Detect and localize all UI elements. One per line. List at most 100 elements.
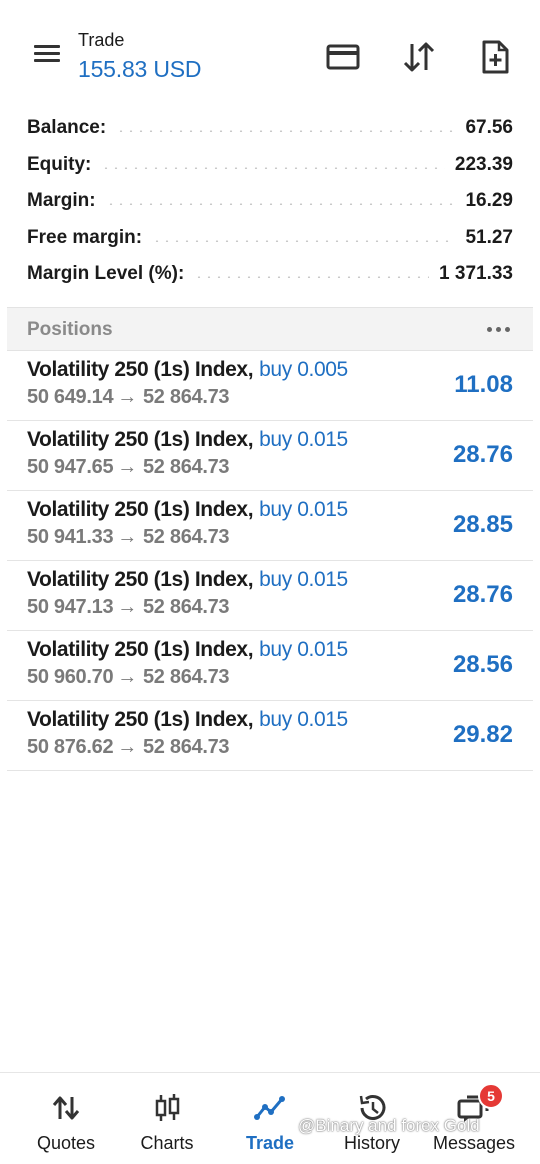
more-horizontal-icon[interactable] <box>485 320 513 338</box>
arrow-right-icon: → <box>117 666 137 688</box>
page-title: Trade <box>78 30 125 50</box>
position-profit: 28.76 <box>452 581 513 608</box>
nav-label: Messages <box>432 1133 516 1153</box>
current-price: 52 864.73 <box>142 666 230 688</box>
arrow-right-icon: → <box>117 596 137 618</box>
open-price: 50 947.13 <box>27 596 114 618</box>
open-price: 50 941.33 <box>27 526 114 548</box>
position-row[interactable]: Volatility 250 (1s) Index, buy 0.015 50 9… <box>7 490 533 561</box>
quotes-icon <box>48 1093 84 1123</box>
positions-header: Positions <box>7 307 533 351</box>
arrow-right-icon: → <box>117 526 137 548</box>
summary-row-margin-level: Margin Level (%): 1 371.33 <box>27 259 513 289</box>
position-symbol: Volatility 250 (1s) Index, <box>27 498 254 521</box>
dot-leader <box>194 276 430 278</box>
open-price: 50 960.70 <box>27 666 114 688</box>
sort-icon[interactable] <box>401 40 437 74</box>
position-side: buy 0.015 <box>259 498 348 521</box>
dot-leader <box>105 203 456 205</box>
current-price: 52 864.73 <box>142 386 230 408</box>
position-row[interactable]: Volatility 250 (1s) Index, buy 0.015 50 8… <box>7 700 533 771</box>
open-price: 50 649.14 <box>27 386 114 408</box>
position-symbol-line: Volatility 250 (1s) Index, buy 0.015 <box>27 638 348 662</box>
position-row[interactable]: Volatility 250 (1s) Index, buy 0.015 50 9… <box>7 630 533 701</box>
summary-row-margin: Margin: 16.29 <box>27 186 513 216</box>
summary-value: 51.27 <box>465 227 513 248</box>
position-symbol: Volatility 250 (1s) Index, <box>27 638 254 661</box>
current-price: 52 864.73 <box>142 736 230 758</box>
position-row[interactable]: Volatility 250 (1s) Index, buy 0.015 50 9… <box>7 420 533 491</box>
card-icon[interactable] <box>325 40 361 74</box>
position-symbol-line: Volatility 250 (1s) Index, buy 0.015 <box>27 708 348 732</box>
dot-leader <box>101 167 445 169</box>
summary-row-free-margin: Free margin: 51.27 <box>27 223 513 253</box>
position-symbol-line: Volatility 250 (1s) Index, buy 0.015 <box>27 428 348 452</box>
current-price: 52 864.73 <box>142 456 230 478</box>
summary-label: Margin: <box>27 190 96 211</box>
position-prices: 50 960.70 → 52 864.73 <box>27 666 230 689</box>
unread-badge: 5 <box>478 1083 504 1109</box>
position-profit: 11.08 <box>454 371 513 398</box>
summary-value: 16.29 <box>465 190 513 211</box>
menu-icon[interactable] <box>32 42 62 66</box>
position-symbol: Volatility 250 (1s) Index, <box>27 568 254 591</box>
position-symbol: Volatility 250 (1s) Index, <box>27 428 254 451</box>
position-profit: 28.85 <box>452 511 513 538</box>
current-price: 52 864.73 <box>142 526 230 548</box>
summary-label: Equity: <box>27 154 92 175</box>
position-prices: 50 876.62 → 52 864.73 <box>27 736 230 759</box>
arrow-right-icon: → <box>117 386 137 408</box>
account-profit: 155.83 USD <box>78 56 202 82</box>
nav-label: Quotes <box>36 1133 96 1153</box>
current-price: 52 864.73 <box>142 596 230 618</box>
summary-row-equity: Equity: 223.39 <box>27 150 513 180</box>
new-order-icon[interactable] <box>477 40 513 74</box>
position-side: buy 0.005 <box>259 358 348 381</box>
trade-icon <box>252 1093 288 1123</box>
bottom-nav: Quotes Charts Trade History 5 Messages <box>0 1072 540 1164</box>
position-row[interactable]: Volatility 250 (1s) Index, buy 0.005 50 6… <box>7 350 533 421</box>
open-price: 50 947.65 <box>27 456 114 478</box>
summary-value: 223.39 <box>454 154 513 175</box>
summary-label: Balance: <box>27 117 107 138</box>
nav-label: Trade <box>245 1133 295 1153</box>
position-prices: 50 947.13 → 52 864.73 <box>27 596 230 619</box>
position-profit: 29.82 <box>452 721 513 748</box>
arrow-right-icon: → <box>117 736 137 758</box>
position-side: buy 0.015 <box>259 428 348 451</box>
nav-charts[interactable]: Charts <box>113 1073 221 1164</box>
summary-value: 1 371.33 <box>439 263 513 284</box>
position-symbol-line: Volatility 250 (1s) Index, buy 0.005 <box>27 358 348 382</box>
nav-trade[interactable]: Trade <box>216 1073 324 1164</box>
position-symbol-line: Volatility 250 (1s) Index, buy 0.015 <box>27 568 348 592</box>
position-side: buy 0.015 <box>259 568 348 591</box>
summary-value: 67.56 <box>465 117 513 138</box>
position-side: buy 0.015 <box>259 708 348 731</box>
position-row[interactable]: Volatility 250 (1s) Index, buy 0.015 50 9… <box>7 560 533 631</box>
position-prices: 50 941.33 → 52 864.73 <box>27 526 230 549</box>
position-symbol: Volatility 250 (1s) Index, <box>27 358 254 381</box>
position-prices: 50 649.14 → 52 864.73 <box>27 386 230 409</box>
nav-label: History <box>343 1133 400 1153</box>
top-bar: Trade 155.83 USD <box>0 0 540 100</box>
position-profit: 28.56 <box>452 651 513 678</box>
summary-label: Free margin: <box>27 227 143 248</box>
position-symbol-line: Volatility 250 (1s) Index, buy 0.015 <box>27 498 348 522</box>
arrow-right-icon: → <box>117 456 137 478</box>
summary-row-balance: Balance: 67.56 <box>27 113 513 143</box>
candlestick-icon <box>149 1093 185 1123</box>
positions-title: Positions <box>27 319 113 340</box>
position-prices: 50 947.65 → 52 864.73 <box>27 456 230 479</box>
nav-history[interactable]: History <box>318 1073 426 1164</box>
history-icon <box>354 1093 390 1123</box>
nav-quotes[interactable]: Quotes <box>12 1073 120 1164</box>
nav-messages[interactable]: 5 Messages <box>420 1073 528 1164</box>
dot-leader <box>116 130 456 132</box>
position-profit: 28.76 <box>452 441 513 468</box>
nav-label: Charts <box>140 1133 194 1153</box>
dot-leader <box>152 240 456 242</box>
position-symbol: Volatility 250 (1s) Index, <box>27 708 254 731</box>
open-price: 50 876.62 <box>27 736 114 758</box>
summary-label: Margin Level (%): <box>27 263 185 284</box>
position-side: buy 0.015 <box>259 638 348 661</box>
